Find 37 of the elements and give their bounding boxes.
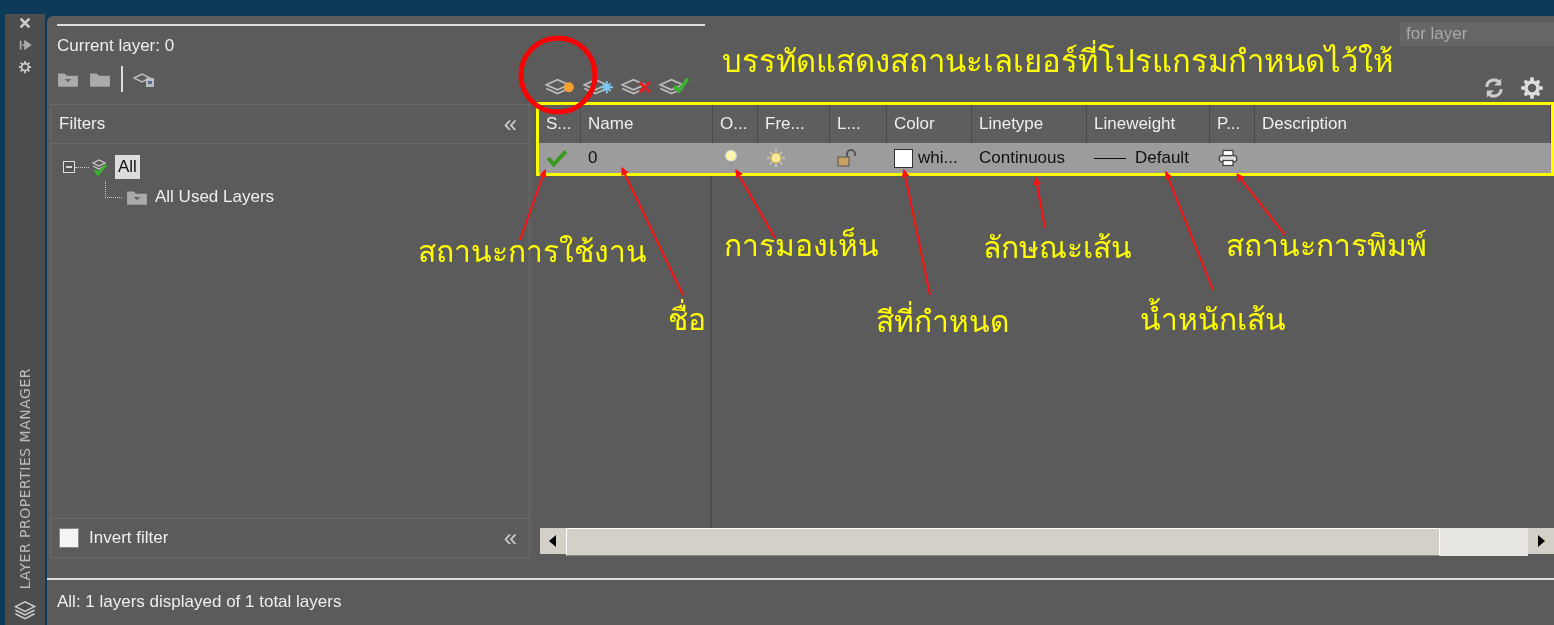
scroll-left-button[interactable] [540,528,566,554]
tree-item[interactable]: All Used Layers [152,185,278,209]
refresh-icon[interactable] [1482,76,1506,100]
search-field[interactable]: for layer [1400,22,1554,46]
collapse-button[interactable]: « [499,112,521,136]
annotation-label: ลักษณะเส้น [983,230,1132,266]
sun-icon[interactable] [765,148,787,168]
layer-states-icon[interactable] [133,70,155,88]
filters-heading: Filters [59,114,106,134]
collapse-button[interactable]: « [499,526,521,550]
annotation-label: การมองเห็น [724,226,879,264]
checkbox[interactable] [59,528,79,548]
table-cell: whi... [918,148,958,168]
scroll-right-button[interactable] [1528,528,1554,554]
checkbox-label: Invert filter [89,528,170,548]
annotation-label: สถานะการใช้งาน [418,234,647,270]
current-layer-label: Current layer: 0 [57,36,176,56]
annotation-label: น้ำหนักเส้น [1140,296,1286,343]
close-icon[interactable] [18,16,32,30]
table-cell: Continuous [979,148,1065,168]
arrow [1033,177,1046,229]
annotation-caption: บรรทัดแสดงสถานะเลเยอร์ที่โปรแกรมกำหนดไว้ให้ [722,36,1393,86]
table-cell: Default [1135,148,1189,168]
annotation-label: ชื่อ [668,296,706,343]
settings-icon[interactable] [1520,76,1544,100]
collapse-icon[interactable] [63,161,75,173]
annotation-label: สีที่กำหนด [876,298,1009,345]
tree-item[interactable]: All [115,155,140,179]
table-cell: 0 [588,148,598,168]
annotation-label: สถานะการพิมพ์ [1226,228,1427,264]
panel-title: LAYER PROPERTIES MANAGER [17,367,33,589]
settings-icon[interactable] [18,60,32,74]
color-swatch[interactable] [894,148,913,168]
printer-icon[interactable] [1217,148,1239,168]
status-bar: All: 1 layers displayed of 1 total layers [47,578,1554,624]
lock-icon[interactable] [837,148,859,168]
table-row[interactable]: 0 whi... Continuous Default [539,143,1551,173]
